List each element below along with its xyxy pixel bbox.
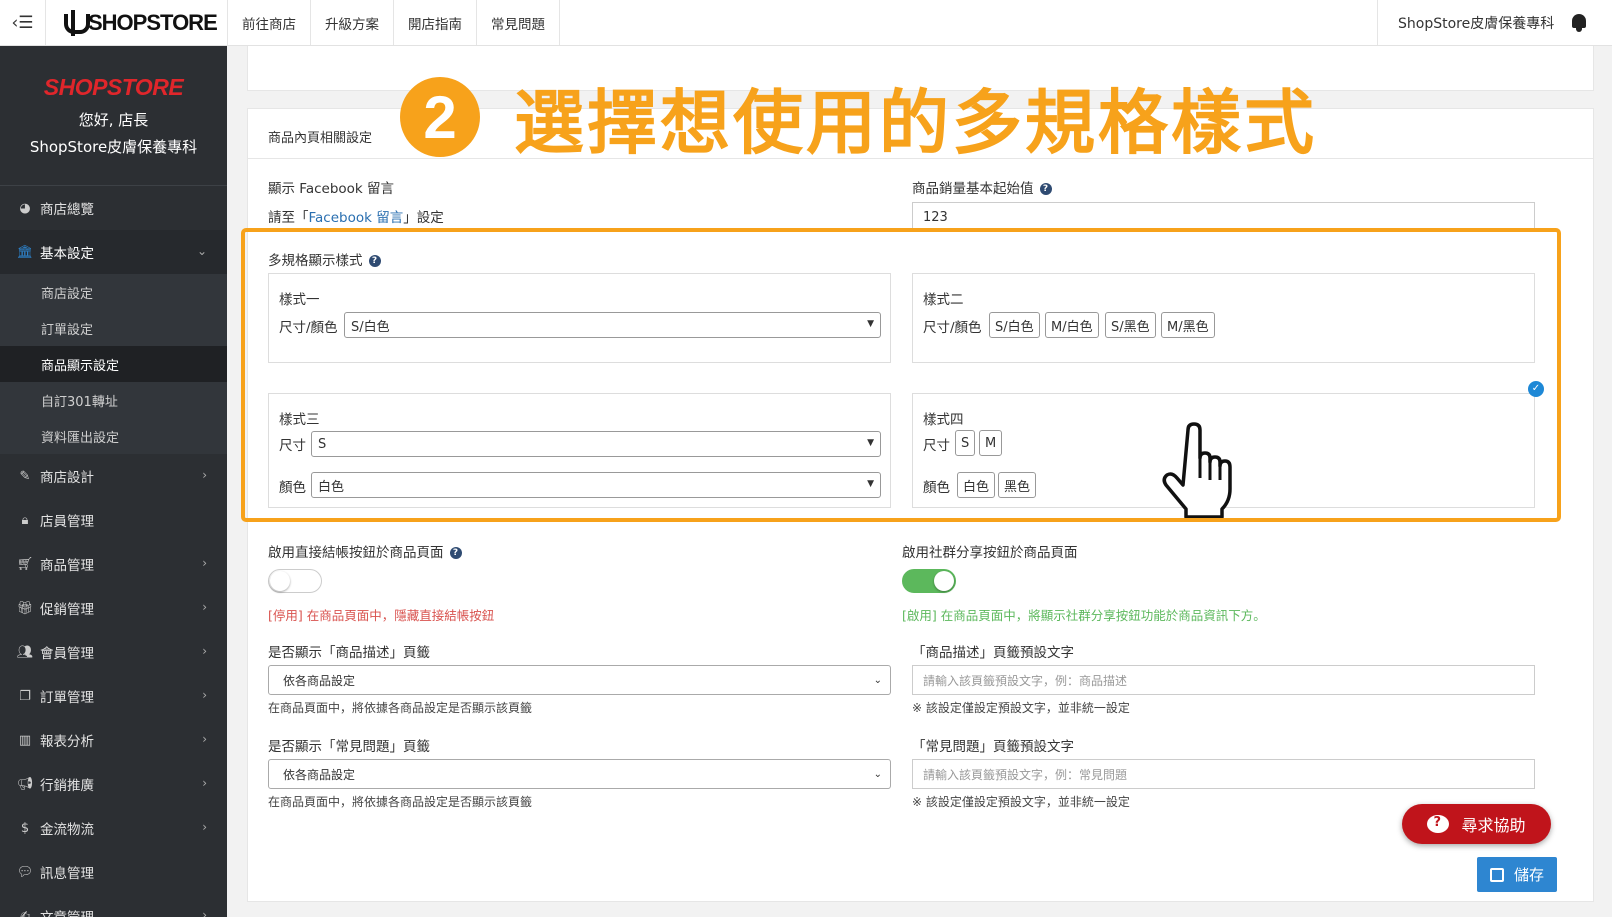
sidebar-item-articles[interactable]: ✍︎文章管理› [0,894,227,917]
direct-checkout-toggle[interactable] [268,569,322,593]
direct-checkout-status: [停用] 在商品頁面中，隱藏直接結帳按鈕 [268,608,495,623]
hamburger-icon: ‹☰ [11,12,34,33]
save-button[interactable]: 儲存 [1477,857,1557,892]
chevron-down-icon: ⌄ [873,769,882,780]
fb-comment-label: 顯示 Facebook 留言 [268,181,395,197]
chevron-right-icon: › [202,556,207,570]
sidebar-item-basic-settings[interactable]: 🏛 基本設定 ⌄ [0,230,227,274]
sidebar-store-name: ShopStore皮膚保養專科 [29,138,198,156]
faq-tab-text-input[interactable]: 請輸入該頁籤預設文字，例：常見問題 [912,759,1535,789]
sidebar-item-products[interactable]: 🛒︎ 商品管理 › [0,542,227,586]
greeting: 您好, 店長 [78,111,149,129]
dashboard-icon: ◕ [19,200,31,216]
sidebar-sub-data-export[interactable]: 資料匯出設定 [0,418,227,454]
help-request-button[interactable]: 尋求協助 [1402,804,1551,844]
menu-toggle-button[interactable]: ‹☰ [0,0,46,45]
desc-tab-text-hint: ※ 該設定僅設定預設文字，並非統一設定 [912,701,1130,715]
sidebar-item-staff[interactable]: 🔒︎ 店員管理 [0,498,227,542]
nav-upgrade-plan[interactable]: 升級方案 [311,0,394,45]
sidebar: SHOPSTORE 您好, 店長 ShopStore皮膚保養專科 ◕ 商店總覽 🏛… [0,46,227,917]
faq-tab-label: 是否顯示「常見問題」頁籤 [268,739,430,755]
desc-tab-text-label: 「商品描述」頁籤預設文字 [912,645,1074,661]
bank-icon: 🏛 [16,244,34,260]
magic-wand-icon: ✎ [19,468,31,484]
fb-comment-link[interactable]: Facebook 留言 [309,210,404,226]
desc-tab-label: 是否顯示「商品描述」頁籤 [268,645,430,661]
chat-help-icon [1427,815,1450,833]
social-share-label: 啟用社群分享按鈕於商品頁面 [902,545,1078,561]
nav-faq[interactable]: 常見問題 [477,0,560,45]
bell-icon[interactable] [1570,12,1588,32]
sidebar-item-overview[interactable]: ◕ 商店總覽 [0,186,227,230]
edit-icon: ✍︎ [19,908,31,917]
brand-logo[interactable]: SHOPSTORE [62,7,218,39]
sidebar-item-orders[interactable]: ❐ 訂單管理 › [0,674,227,718]
sidebar-sub-301-redirect[interactable]: 自訂301轉址 [0,382,227,418]
sidebar-sub-store-settings[interactable]: 商店設定 [0,274,227,310]
chevron-right-icon: › [202,600,207,614]
desc-tab-hint: 在商品頁面中，將依據各商品設定是否顯示該頁籤 [268,701,533,715]
shopstore-logo-icon [62,10,90,36]
hand-pointer-icon [1162,422,1232,518]
sidebar-item-marketing[interactable]: 📢︎ 行銷推廣 › [0,762,227,806]
desc-tab-select[interactable]: 依各商品設定 ⌄ [268,665,891,695]
floppy-disk-icon [1489,867,1504,882]
copy-icon: ❐ [19,688,31,704]
social-share-toggle[interactable] [902,569,956,593]
nav-store-guide[interactable]: 開店指南 [394,0,477,45]
sidebar-item-payment-logistics[interactable]: $ 金流物流 › [0,806,227,850]
chat-icon: 💬︎ [16,864,34,880]
step-number-badge: 2 [400,77,480,157]
chevron-right-icon: › [202,908,207,917]
faq-tab-select[interactable]: 依各商品設定 ⌄ [268,759,891,789]
chevron-right-icon: › [202,820,207,834]
help-icon[interactable]: ? [1039,183,1052,195]
faq-tab-text-label: 「常見問題」頁籤預設文字 [912,739,1074,755]
faq-tab-hint: 在商品頁面中，將依據各商品設定是否顯示該頁籤 [268,795,533,809]
cart-icon: 🛒︎ [16,556,34,572]
faq-tab-text-hint: ※ 該設定僅設定預設文字，並非統一設定 [912,795,1130,809]
sidebar-item-members[interactable]: 👥︎ 會員管理 › [0,630,227,674]
sidebar-sub-product-display[interactable]: 商品顯示設定 [0,346,227,382]
top-bar: ‹☰ SHOPSTORE 前往商店 升級方案 開店指南 常見問題 ShopSto… [0,0,1612,46]
users-icon: 👥︎ [16,644,34,660]
sidebar-logo: SHOPSTORE [43,74,184,100]
social-share-status: [啟用] 在商品頁面中，將顯示社群分享按鈕功能於商品資訊下方。 [902,608,1266,623]
lock-icon: 🔒︎ [21,512,29,528]
top-nav: 前往商店 升級方案 開店指南 常見問題 [227,0,560,45]
highlight-frame [241,228,1561,522]
sales-base-label: 商品銷量基本起始值? [912,177,1052,197]
chevron-right-icon: › [202,468,207,482]
megaphone-icon: 📢︎ [16,776,34,792]
store-name-menu[interactable]: ShopStore皮膚保養專科 [1377,0,1554,45]
desc-tab-text-input[interactable]: 請輸入該頁籤預設文字，例：商品描述 [912,665,1535,695]
dollar-icon: $ [20,820,30,836]
chevron-right-icon: › [202,688,207,702]
chevron-down-icon: ⌄ [196,244,207,258]
main-content: 商品內頁相關設定 顯示 Facebook 留言 請至「Facebook 留言」設… [227,46,1612,917]
chevron-right-icon: › [202,732,207,746]
tutorial-step-title: 2 選擇想使用的多規格樣式 [400,76,1317,164]
chevron-right-icon: › [202,644,207,658]
direct-checkout-label: 啟用直接結帳按鈕於商品頁面? [268,541,462,561]
chevron-right-icon: › [202,776,207,790]
chevron-down-icon: ⌄ [873,675,882,686]
bar-chart-icon: ▥ [18,732,32,748]
help-icon[interactable]: ? [449,547,462,559]
fb-comment-text: 請至「Facebook 留言」設定 [268,210,444,226]
sidebar-item-store-design[interactable]: ✎ 商店設計 › [0,454,227,498]
sidebar-item-messages[interactable]: 💬︎ 訊息管理 [0,850,227,894]
sidebar-sub-order-settings[interactable]: 訂單設定 [0,310,227,346]
sidebar-item-reports[interactable]: ▥ 報表分析 › [0,718,227,762]
step-title-text: 選擇想使用的多規格樣式 [514,81,1317,164]
gift-icon: 🎁︎ [16,600,34,616]
sidebar-brand: SHOPSTORE 您好, 店長 ShopStore皮膚保養專科 [0,46,227,186]
nav-go-to-store[interactable]: 前往商店 [228,0,311,45]
sidebar-item-promotions[interactable]: 🎁︎ 促銷管理 › [0,586,227,630]
